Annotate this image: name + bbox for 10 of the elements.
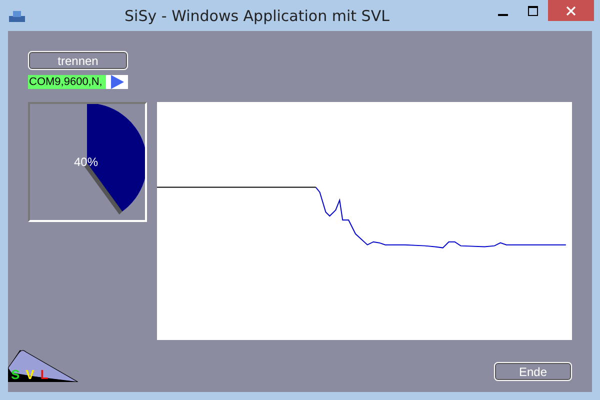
- play-button[interactable]: [106, 75, 128, 89]
- maximize-icon: [528, 6, 538, 16]
- close-button[interactable]: [548, 0, 594, 21]
- port-field[interactable]: COM9,9600,N,: [28, 75, 106, 89]
- minimize-icon: [498, 14, 508, 16]
- window-title: SiSy - Windows Application mit SVL: [124, 6, 390, 24]
- end-button[interactable]: Ende: [494, 362, 572, 381]
- close-icon: [566, 6, 576, 16]
- disconnect-button[interactable]: trennen: [28, 51, 128, 70]
- app-icon: [8, 8, 26, 22]
